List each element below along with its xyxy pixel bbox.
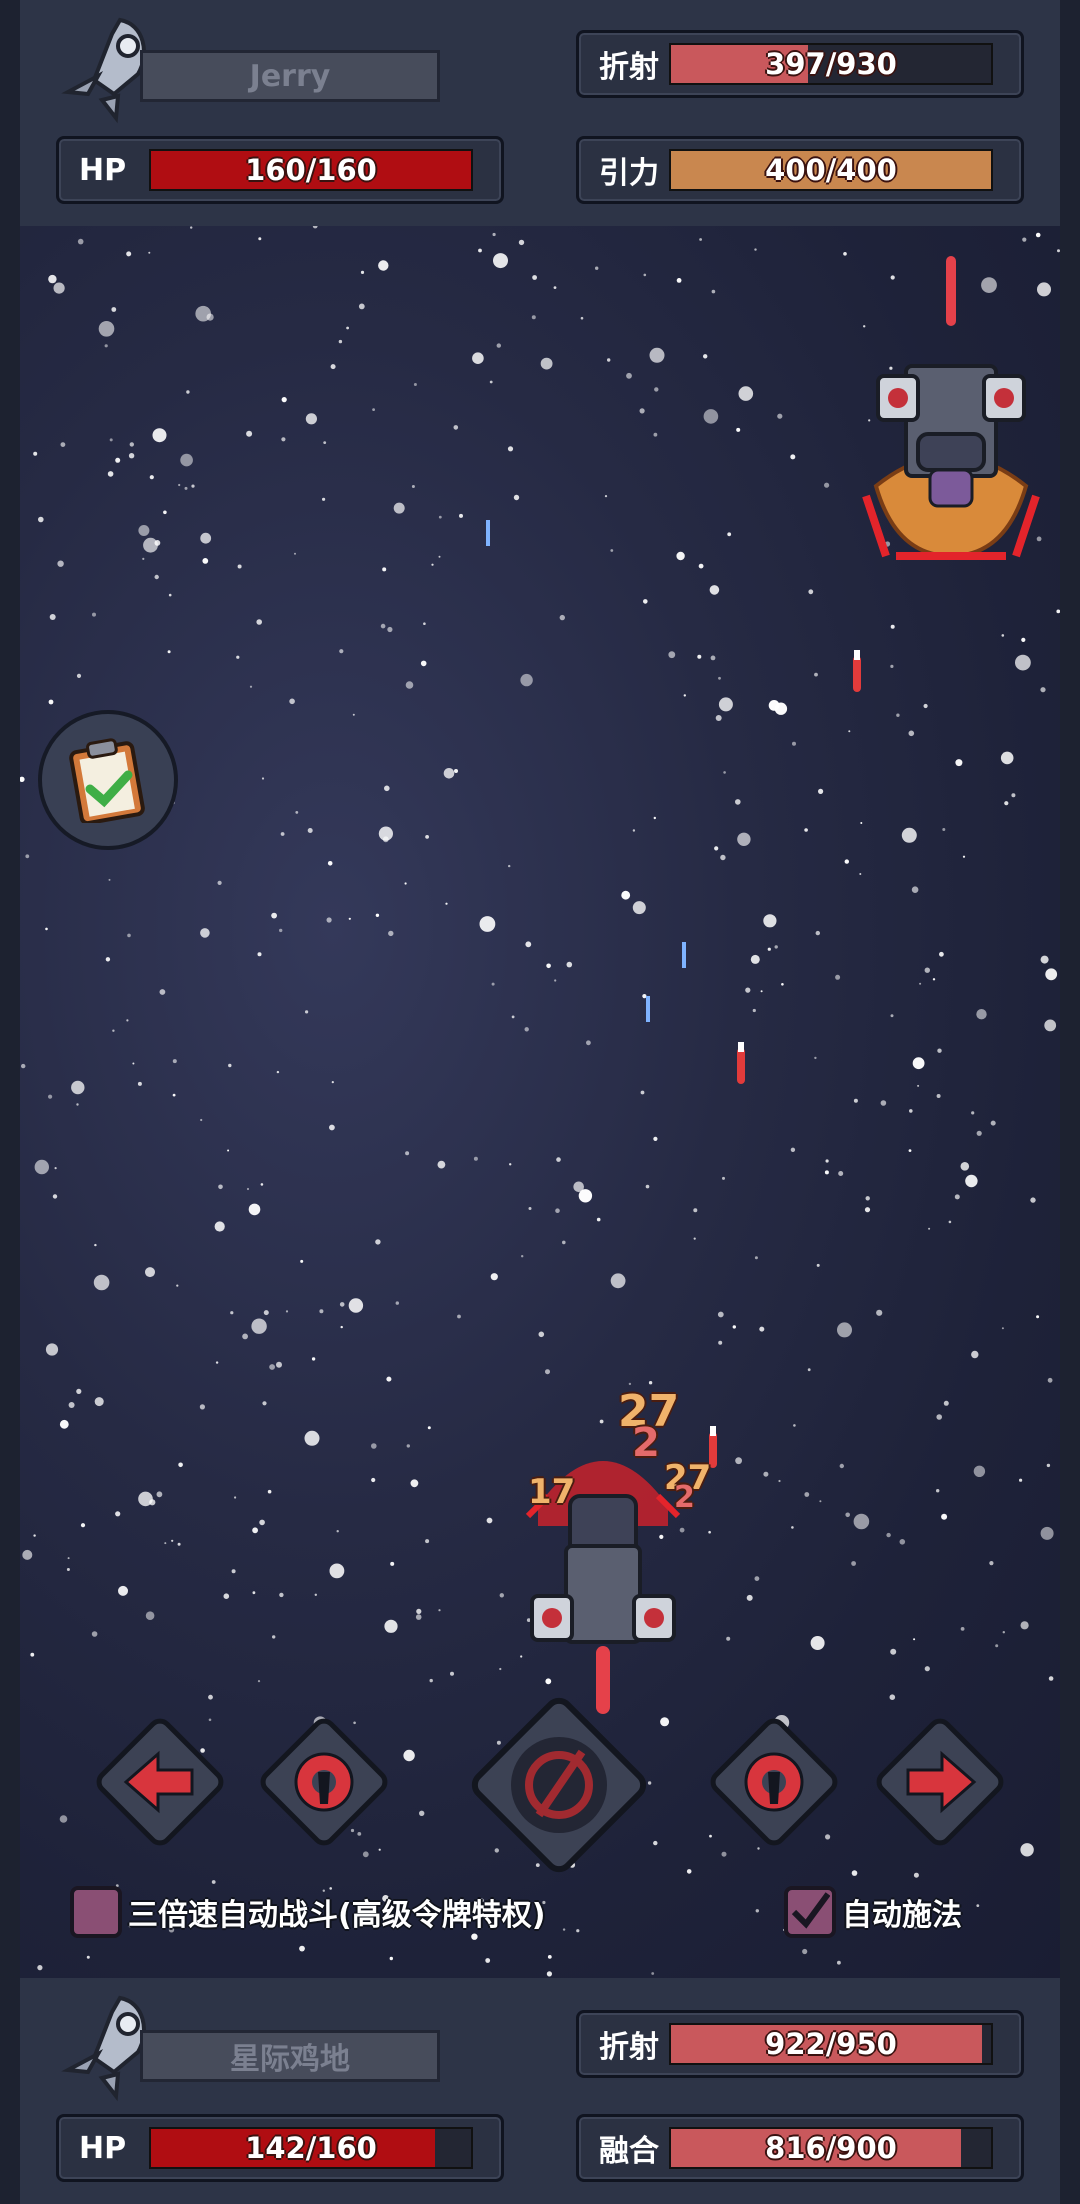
wrench-gear-icon — [294, 1752, 354, 1812]
opponent-stat1-label: 折射 — [599, 50, 659, 85]
player-stat1-box: 折射 922/950 — [576, 2010, 1024, 2078]
opponent-stat1-value: 397/930 — [765, 47, 897, 81]
opponent-hp-label: HP — [79, 152, 127, 188]
auto-cast-option[interactable]: 自动施法 — [784, 1886, 962, 1938]
player-hp-bar: 142/160 — [149, 2127, 473, 2169]
damage-number: 2 — [632, 1420, 660, 1466]
player-panel: 星际鸡地 折射 922/950 HP 142/160 融合 816/900 — [20, 1978, 1060, 2204]
player-hp-box: HP 142/160 — [56, 2114, 504, 2182]
player-stat1-label: 折射 — [599, 2030, 659, 2065]
damage-number: 17 — [528, 1472, 576, 1512]
player-stat1-value: 922/950 — [765, 2027, 897, 2061]
triple-speed-option[interactable]: 三倍速自动战斗(高级令牌特权) — [70, 1886, 545, 1938]
triple-speed-checkbox[interactable] — [70, 1886, 122, 1938]
opponent-panel: Jerry 折射 397/930 HP 160/160 引力 400/400 — [20, 0, 1060, 226]
player-stat2-value: 816/900 — [765, 2131, 897, 2165]
player-hp-value: 142/160 — [245, 2131, 377, 2165]
wrench-gear-icon — [744, 1752, 804, 1812]
checkmark-icon — [791, 1892, 830, 1929]
opponent-stat1-bar: 397/930 — [669, 43, 993, 85]
triple-speed-label: 三倍速自动战斗(高级令牌特权) — [128, 1898, 546, 1933]
auto-cast-checkbox[interactable] — [784, 1886, 836, 1938]
opponent-name: Jerry — [140, 50, 440, 102]
player-stat1-bar: 922/950 — [669, 2023, 993, 2065]
skill-button-1[interactable] — [256, 1714, 392, 1850]
opponent-hp-box: HP 160/160 — [56, 136, 504, 204]
opponent-stat1-box: 折射 397/930 — [576, 30, 1024, 98]
damage-number: 2 — [674, 1480, 695, 1515]
opponent-stat2-value: 400/400 — [765, 153, 897, 187]
opponent-stat2-bar: 400/400 — [669, 149, 993, 191]
laser-bolt — [646, 996, 650, 1022]
skill-button-2[interactable] — [706, 1714, 842, 1850]
move-left-button[interactable] — [92, 1714, 228, 1850]
enemy-ship — [862, 256, 1040, 560]
auto-cast-label: 自动施法 — [842, 1898, 962, 1933]
player-ship — [525, 1461, 681, 1714]
clipboard-check-icon — [69, 738, 145, 823]
opponent-hp-bar: 160/160 — [149, 149, 473, 191]
move-right-button[interactable] — [872, 1714, 1008, 1850]
laser-bolt — [682, 942, 686, 968]
player-hp-label: HP — [79, 2130, 127, 2166]
task-list-button[interactable] — [38, 710, 178, 850]
player-name: 星际鸡地 — [140, 2030, 440, 2082]
main-action-button[interactable] — [464, 1690, 654, 1880]
player-stat2-label: 融合 — [599, 2134, 659, 2169]
opponent-hp-value: 160/160 — [245, 153, 377, 187]
player-stat2-box: 融合 816/900 — [576, 2114, 1024, 2182]
laser-bolt — [486, 520, 490, 546]
battlefield: 27 2 27 2 17 三倍速自动战斗(高级令牌特权) 自动施法 — [20, 226, 1060, 1978]
player-stat2-bar: 816/900 — [669, 2127, 993, 2169]
missile — [853, 650, 861, 692]
missile — [737, 1042, 745, 1084]
opponent-stat2-box: 引力 400/400 — [576, 136, 1024, 204]
opponent-stat2-label: 引力 — [599, 156, 659, 191]
